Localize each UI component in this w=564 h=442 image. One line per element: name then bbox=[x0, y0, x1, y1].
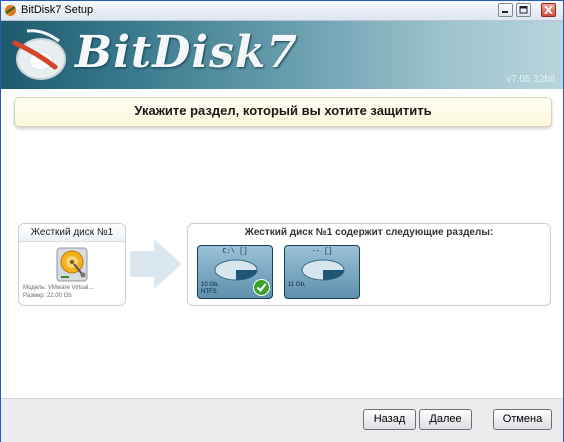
setup-window: BitDisk7 Setup BitDisk7 v7.05 32bit Укаж… bbox=[0, 0, 564, 442]
close-button[interactable] bbox=[541, 3, 556, 17]
header-banner: BitDisk7 v7.05 32bit bbox=[1, 21, 563, 89]
maximize-icon bbox=[519, 6, 528, 14]
partition-label: C:\ [] bbox=[222, 248, 248, 256]
partition-size: 11 Gb, bbox=[288, 282, 306, 288]
close-icon bbox=[544, 6, 553, 14]
minimize-button[interactable] bbox=[498, 3, 513, 17]
banner-logo-text: BitDisk7 bbox=[75, 27, 298, 78]
disk-title: Жесткий диск №1 bbox=[19, 224, 125, 242]
selected-check-icon bbox=[253, 279, 270, 296]
partition-filesystem: NTFS bbox=[201, 289, 217, 295]
button-bar: Назад Далее Отмена bbox=[1, 398, 563, 442]
app-icon bbox=[5, 5, 16, 16]
partition-tile-c[interactable]: C:\ [] 10 Gb, NTFS bbox=[197, 245, 273, 299]
disk-size: Размер: 22.00 Gb bbox=[23, 293, 72, 299]
partition-size: 10 Gb, bbox=[201, 282, 220, 288]
back-button[interactable]: Назад bbox=[363, 409, 416, 430]
partition-tile-2[interactable]: -- [] 11 Gb, bbox=[284, 245, 360, 299]
partition-label: -- [] bbox=[311, 248, 333, 256]
arrow-right-icon bbox=[130, 239, 182, 289]
disk-model: Модель: VMware Virtual... bbox=[23, 285, 94, 291]
title-bar[interactable]: BitDisk7 Setup bbox=[1, 1, 563, 21]
partitions-panel: Жесткий диск №1 содержит следующие разде… bbox=[187, 223, 551, 306]
cancel-button[interactable]: Отмена bbox=[493, 409, 552, 430]
hard-disk-icon bbox=[56, 247, 88, 282]
version-label: v7.05 32bit bbox=[506, 74, 555, 85]
disk-card[interactable]: Жесткий диск №1 Модель: VMware Virtual..… bbox=[18, 223, 126, 306]
partitions-title: Жесткий диск №1 содержит следующие разде… bbox=[244, 227, 494, 238]
minimize-icon bbox=[502, 11, 508, 13]
maximize-button[interactable] bbox=[516, 3, 531, 17]
partition-disc-icon bbox=[214, 259, 258, 281]
partition-disc-icon bbox=[301, 259, 345, 281]
window-title: BitDisk7 Setup bbox=[21, 4, 94, 16]
bitdisk-logo-icon bbox=[12, 29, 66, 80]
next-button[interactable]: Далее bbox=[419, 409, 472, 430]
instruction-box: Укажите раздел, который вы хотите защити… bbox=[14, 97, 552, 127]
